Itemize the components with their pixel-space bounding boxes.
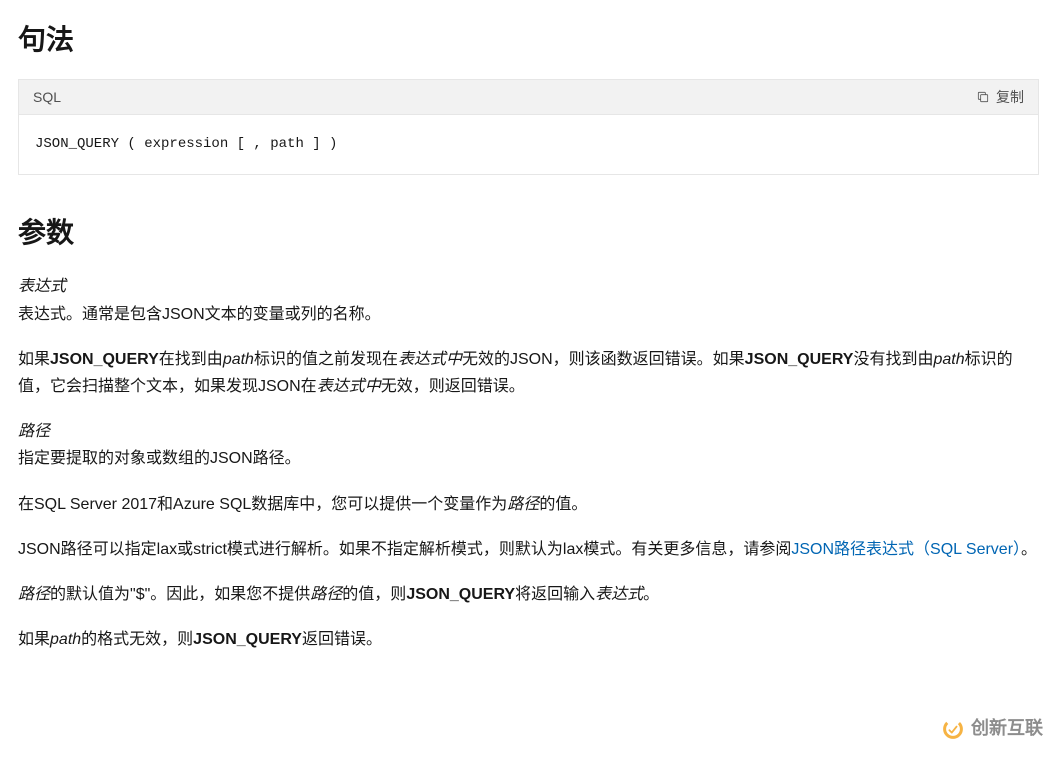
text: 标识的值之前发现在 [254,351,398,368]
para-default-path: 路径的默认值为"$"。因此，如果您不提供路径的值，则JSON_QUERY将返回输… [18,581,1039,608]
watermark: 创新互联 [941,714,1043,743]
heading-syntax: 句法 [18,18,1039,63]
text: 的默认值为"$"。因此，如果您不提供 [50,586,310,603]
text: 在找到由 [159,351,223,368]
param-name-path: 路径 [18,423,50,440]
text: 。 [1021,541,1037,558]
text: 返回错误。 [302,631,382,648]
param-desc-path: 指定要提取的对象或数组的JSON路径。 [18,450,301,467]
code-block: SQL 复制 JSON_QUERY ( expression [ , path … [18,79,1039,175]
text: 的值，则 [342,586,406,603]
text: 如果 [18,351,50,368]
copy-button-label: 复制 [996,86,1024,108]
param-name-expression: 表达式 [18,278,66,295]
para-lax-strict: JSON路径可以指定lax或strict模式进行解析。如果不指定解析模式，则默认… [18,536,1039,563]
code-language-label: SQL [33,86,61,108]
param-desc-expression: 表达式。通常是包含JSON文本的变量或列的名称。 [18,306,381,323]
text-italic: 表达式中 [317,378,381,395]
text-bold: JSON_QUERY [50,351,159,368]
code-header: SQL 复制 [19,80,1038,115]
text: 如果 [18,631,50,648]
text: 将返回输入 [515,586,595,603]
text-bold: JSON_QUERY [406,586,515,603]
code-content[interactable]: JSON_QUERY ( expression [ , path ] ) [19,115,1038,173]
copy-button[interactable]: 复制 [976,86,1024,108]
text: 没有找到由 [853,351,933,368]
text-italic: path [50,631,81,648]
text: JSON路径可以指定lax或strict模式进行解析。如果不指定解析模式，则默认… [18,541,791,558]
link-json-path-expressions[interactable]: JSON路径表达式（SQL Server） [791,541,1021,558]
text: 的格式无效，则 [81,631,193,648]
heading-params: 参数 [18,211,1039,256]
text-italic: 路径 [507,496,539,513]
text-italic: 路径 [310,586,342,603]
para-json-query-error: 如果JSON_QUERY在找到由path标识的值之前发现在表达式中无效的JSON… [18,346,1039,400]
text-italic: 路径 [18,586,50,603]
para-invalid-path: 如果path的格式无效，则JSON_QUERY返回错误。 [18,626,1039,653]
text-bold: JSON_QUERY [745,351,854,368]
watermark-text: 创新互联 [971,714,1043,743]
para-sqlserver-variable: 在SQL Server 2017和Azure SQL数据库中，您可以提供一个变量… [18,491,1039,518]
text-italic: path [223,351,254,368]
param-path: 路径 指定要提取的对象或数组的JSON路径。 [18,418,1039,472]
watermark-icon [941,717,965,741]
text: 在SQL Server 2017和Azure SQL数据库中，您可以提供一个变量… [18,496,507,513]
copy-icon [976,90,990,104]
text: 。 [643,586,659,603]
text-italic: 表达式 [595,586,643,603]
text: 无效，则返回错误。 [381,378,525,395]
param-expression: 表达式 表达式。通常是包含JSON文本的变量或列的名称。 [18,273,1039,327]
text-italic: path [933,351,964,368]
text-bold: JSON_QUERY [193,631,302,648]
text-italic: 表达式中 [398,351,462,368]
text: 的值。 [539,496,587,513]
text: 无效的JSON，则该函数返回错误。如果 [462,351,745,368]
